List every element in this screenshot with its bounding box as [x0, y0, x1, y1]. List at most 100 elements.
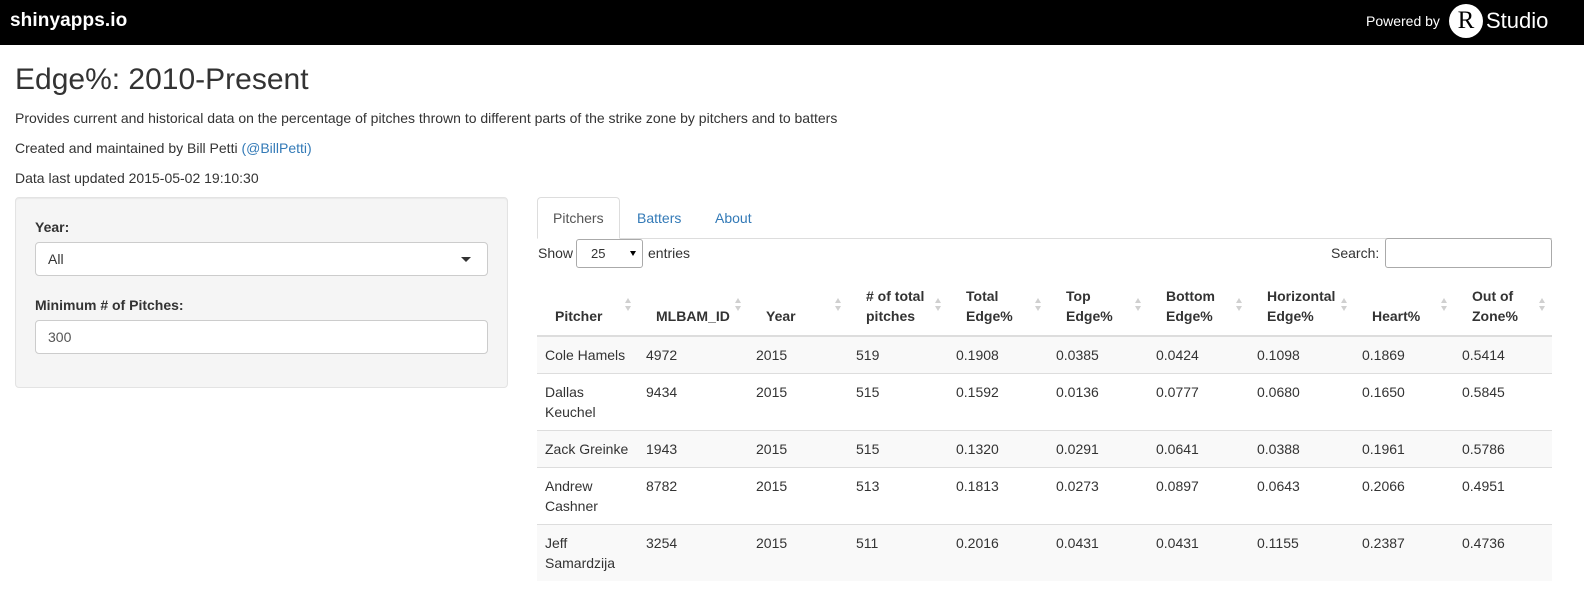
column-header-label: Out of [1472, 288, 1514, 304]
min-pitches-label: Minimum # of Pitches: [35, 297, 184, 313]
show-label: Show [538, 245, 574, 261]
cell-year: 2015 [748, 467, 848, 525]
cell-total-edge: 0.1908 [948, 336, 1048, 374]
cell-total-pitches: 519 [848, 336, 948, 374]
cell-out-of-zone: 0.5786 [1454, 430, 1552, 468]
column-header-total-pitches[interactable]: # of total pitches [848, 280, 948, 337]
column-header-horizontal-edge[interactable]: Horizontal Edge% [1249, 280, 1354, 337]
sort-icon[interactable] [1135, 298, 1142, 312]
sort-icon[interactable] [1341, 298, 1348, 312]
column-header-out-of-zone[interactable]: Out of Zone% [1454, 280, 1552, 337]
entries-label: entries [648, 245, 691, 261]
data-updated-text: Data last updated 2015-05-02 19:10:30 [15, 170, 259, 186]
column-header-bottom-edge[interactable]: Bottom Edge% [1148, 280, 1249, 337]
cell-horizontal-edge: 0.1155 [1249, 524, 1354, 581]
pitcher-name-part: Dallas [545, 384, 584, 400]
year-select-value: All [48, 251, 64, 267]
pitcher-name-part: Samardzija [545, 555, 616, 571]
column-header-top-edge[interactable]: Top Edge% [1048, 280, 1148, 337]
cell-total-edge: 0.1320 [948, 430, 1048, 468]
sort-icon[interactable] [1441, 298, 1448, 312]
chevron-down-icon [630, 251, 636, 256]
chevron-down-icon [461, 257, 471, 262]
cell-pitcher: Andrew Cashner [537, 467, 638, 525]
column-header-total-edge[interactable]: Total Edge% [948, 280, 1048, 337]
column-header-pitcher[interactable]: Pitcher [537, 280, 638, 337]
pitcher-name-part: Andrew [545, 478, 593, 494]
cell-mlbam-id: 4972 [638, 336, 748, 374]
min-pitches-input[interactable] [35, 320, 488, 354]
filter-panel: Year: All Minimum # of Pitches: [15, 197, 508, 388]
column-header-label: MLBAM_ID [656, 308, 730, 324]
cell-heart: 0.2387 [1354, 524, 1454, 581]
cell-total-pitches: 513 [848, 467, 948, 525]
table-header-row: Pitcher MLBAM_ID Year # of total pitches Tota… [537, 280, 1552, 337]
cell-heart: 0.1650 [1354, 373, 1454, 431]
cell-mlbam-id: 9434 [638, 373, 748, 431]
cell-out-of-zone: 0.5845 [1454, 373, 1552, 431]
cell-year: 2015 [748, 430, 848, 468]
cell-heart: 0.2066 [1354, 467, 1454, 525]
column-header-label: Year [766, 308, 796, 324]
cell-top-edge: 0.0291 [1048, 430, 1148, 468]
top-bar: shinyapps.io Powered by R Studio [0, 0, 1584, 45]
table-row[interactable]: Cole Hamels 4972 2015 519 0.1908 0.0385 0.0424… [537, 336, 1552, 374]
cell-total-edge: 0.1592 [948, 373, 1048, 431]
cell-pitcher: Dallas Keuchel [537, 373, 638, 431]
cell-horizontal-edge: 0.0680 [1249, 373, 1354, 431]
cell-total-pitches: 511 [848, 524, 948, 581]
column-header-label: Edge% [1166, 308, 1213, 324]
cell-out-of-zone: 0.5414 [1454, 336, 1552, 374]
table-row[interactable]: Andrew Cashner 8782 2015 513 0.1813 0.0273 0.08… [537, 467, 1552, 525]
column-header-year[interactable]: Year [748, 280, 848, 337]
tab-batters[interactable]: Batters [622, 197, 696, 239]
cell-horizontal-edge: 0.0388 [1249, 430, 1354, 468]
cell-bottom-edge: 0.0431 [1148, 524, 1249, 581]
search-input[interactable] [1385, 238, 1552, 268]
year-select[interactable]: All [35, 242, 488, 276]
pitcher-name-part: Cashner [545, 498, 598, 514]
table-row[interactable]: Zack Greinke 1943 2015 515 0.1320 0.0291 0.064… [537, 430, 1552, 468]
table-row[interactable]: Dallas Keuchel 9434 2015 515 0.1592 0.0136 0.07… [537, 373, 1552, 431]
cell-horizontal-edge: 0.0643 [1249, 467, 1354, 525]
column-header-label: Bottom [1166, 288, 1215, 304]
cell-year: 2015 [748, 373, 848, 431]
column-header-label: Pitcher [555, 308, 603, 324]
sort-icon[interactable] [1035, 298, 1042, 312]
tab-pitchers[interactable]: Pitchers [537, 197, 620, 239]
sort-icon[interactable] [1539, 298, 1546, 312]
cell-bottom-edge: 0.0641 [1148, 430, 1249, 468]
sort-icon[interactable] [735, 298, 742, 312]
pitcher-name-part: Keuchel [545, 404, 596, 420]
sort-icon[interactable] [1236, 298, 1243, 312]
credit-text: Created and maintained by Bill Petti [15, 140, 238, 156]
column-header-mlbam-id[interactable]: MLBAM_ID [638, 280, 748, 337]
sort-icon[interactable] [625, 298, 632, 312]
sort-icon[interactable] [935, 298, 942, 312]
entries-length-select[interactable]: 25 [576, 239, 643, 268]
column-header-label: Top [1066, 288, 1091, 304]
sort-icon[interactable] [835, 298, 842, 312]
rstudio-logo-text[interactable]: Studio [1486, 8, 1548, 34]
search-label: Search: [1331, 245, 1380, 261]
pitcher-name-part: Zack Greinke [545, 441, 629, 457]
tab-about[interactable]: About [700, 197, 767, 239]
cell-mlbam-id: 1943 [638, 430, 748, 468]
brand-logo[interactable]: shinyapps.io [10, 10, 127, 32]
cell-top-edge: 0.0385 [1048, 336, 1148, 374]
year-label: Year: [35, 219, 70, 235]
pitcher-name-part: Cole Hamels [545, 347, 626, 363]
cell-heart: 0.1869 [1354, 336, 1454, 374]
column-header-label: Edge% [1066, 308, 1113, 324]
cell-total-pitches: 515 [848, 373, 948, 431]
column-header-label: Edge% [1267, 308, 1314, 324]
r-logo-icon[interactable]: R [1449, 4, 1483, 38]
column-header-label: Zone% [1472, 308, 1518, 324]
column-header-label: # of total [866, 288, 925, 304]
column-header-label: pitches [866, 308, 916, 324]
column-header-heart[interactable]: Heart% [1354, 280, 1454, 337]
cell-year: 2015 [748, 336, 848, 374]
cell-pitcher: Zack Greinke [537, 430, 638, 468]
table-row[interactable]: Jeff Samardzija 3254 2015 511 0.2016 0.0431 0.0… [537, 524, 1552, 581]
twitter-link[interactable]: (@BillPetti) [241, 140, 311, 156]
